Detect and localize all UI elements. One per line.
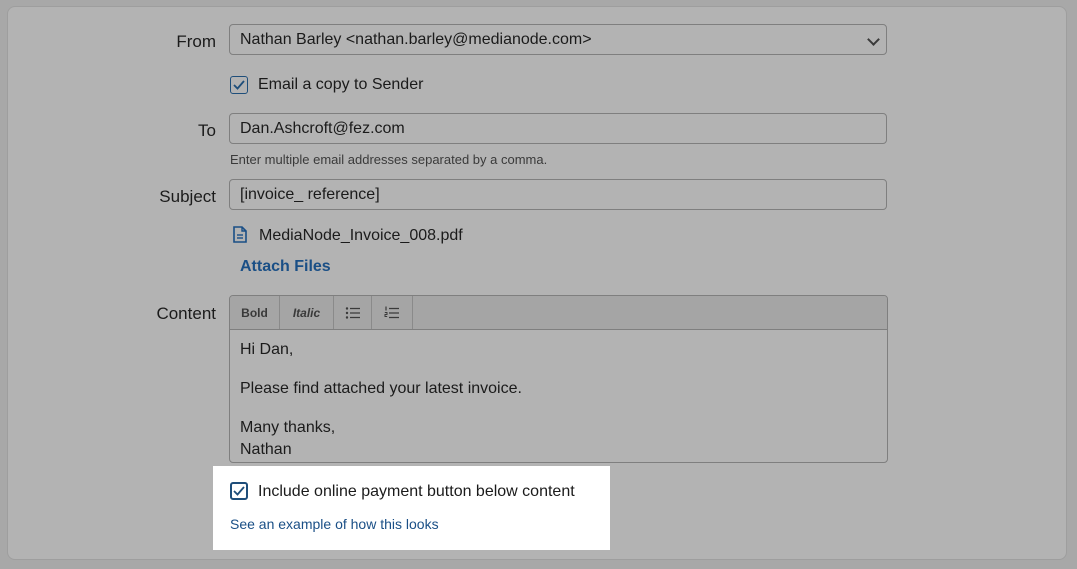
checkmark-icon — [233, 80, 245, 90]
editor-line-body: Please find attached your latest invoice… — [240, 380, 522, 397]
editor-line-signoff: Many thanks, — [240, 419, 336, 436]
content-label: Content — [156, 304, 216, 323]
checkmark-icon — [233, 486, 245, 496]
document-icon — [233, 226, 247, 243]
from-value: Nathan Barley <nathan.barley@medianode.c… — [240, 31, 592, 48]
editor-line-greeting: Hi Dan, — [240, 341, 294, 358]
subject-input[interactable]: [invoice_ reference] — [229, 179, 887, 210]
editor-line-name: Nathan — [240, 441, 292, 458]
payment-example-link[interactable]: See an example of how this looks — [230, 516, 439, 532]
editor-body[interactable]: Hi Dan, Please find attached your latest… — [230, 330, 887, 462]
payment-button-checkbox[interactable] — [230, 482, 248, 500]
content-editor[interactable]: Bold Italic Hi Dan, Please find attached… — [229, 295, 888, 463]
to-input[interactable]: Dan.Ashcroft@fez.com — [229, 113, 887, 144]
payment-button-label: Include online payment button below cont… — [258, 483, 575, 500]
bold-button[interactable]: Bold — [230, 296, 280, 329]
payment-option-highlight — [213, 466, 610, 550]
subject-value: [invoice_ reference] — [240, 186, 380, 203]
attachment-filename[interactable]: MediaNode_Invoice_008.pdf — [259, 227, 463, 245]
subject-label: Subject — [159, 187, 216, 206]
bulleted-list-icon — [345, 306, 360, 319]
numbered-list-icon — [384, 306, 399, 318]
attach-files-link[interactable]: Attach Files — [240, 258, 331, 276]
bulleted-list-button[interactable] — [334, 296, 372, 329]
email-copy-checkbox[interactable] — [230, 76, 248, 94]
to-label: To — [198, 121, 216, 140]
from-label: From — [176, 32, 216, 51]
to-value: Dan.Ashcroft@fez.com — [240, 120, 405, 137]
from-select[interactable]: Nathan Barley <nathan.barley@medianode.c… — [229, 24, 887, 55]
chevron-down-icon — [867, 33, 880, 46]
italic-button[interactable]: Italic — [280, 296, 334, 329]
numbered-list-button[interactable] — [372, 296, 413, 329]
editor-toolbar: Bold Italic — [230, 296, 887, 330]
email-copy-label: Email a copy to Sender — [258, 76, 424, 93]
to-hint: Enter multiple email addresses separated… — [230, 152, 548, 167]
